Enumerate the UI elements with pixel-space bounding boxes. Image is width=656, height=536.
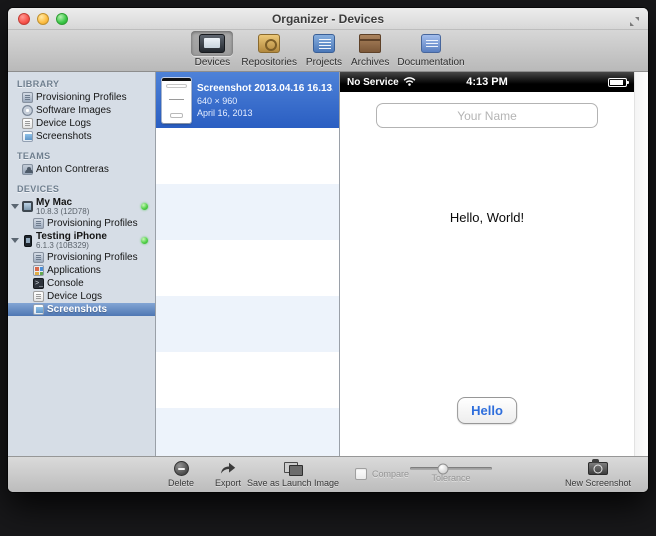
disc-icon (22, 105, 33, 116)
screenshot-preview-pane: No Service 4:13 PM Hello, World! Hell (340, 72, 648, 456)
iphone-status-bar: No Service 4:13 PM (340, 72, 634, 92)
archives-icon (359, 34, 381, 53)
sidebar-item-library-provisioning-profiles[interactable]: Provisioning Profiles (8, 91, 155, 104)
sidebar-device-my-mac[interactable]: My Mac 10.8.3 (12D78) (8, 196, 155, 217)
greeting-label: Hello, World! (340, 210, 634, 225)
iphone-icon (24, 235, 32, 247)
sidebar-device-testing-iphone[interactable]: Testing iPhone 6.1.3 (10B329) (8, 230, 155, 251)
compare-checkbox-group: Compare (355, 468, 409, 480)
carrier-label: No Service (347, 77, 399, 88)
sidebar-item-software-images[interactable]: Software Images (8, 104, 155, 117)
person-icon (22, 164, 33, 175)
device-connected-status-dot (141, 203, 148, 210)
export-arrow-icon (219, 461, 237, 477)
sidebar-item-mac-provisioning-profiles[interactable]: Provisioning Profiles (8, 217, 155, 230)
screenshot-icon (33, 304, 44, 315)
documentation-icon (421, 34, 441, 53)
provisioning-profile-icon (33, 252, 44, 263)
main-toolbar: Devices Repositories Projects Archives D… (8, 30, 648, 72)
sidebar-item-team-anton-contreras[interactable]: Anton Contreras (8, 163, 155, 176)
compare-label: Compare (372, 469, 409, 479)
organizer-window: Organizer - Devices Devices Repositories… (8, 8, 648, 492)
mac-display-icon (22, 201, 33, 212)
wifi-icon (403, 73, 416, 91)
thumb-statusbar (162, 78, 191, 81)
log-document-icon (33, 291, 44, 302)
provisioning-profile-icon (33, 218, 44, 229)
log-document-icon (22, 118, 33, 129)
camera-icon (588, 462, 608, 475)
tolerance-slider-group: Tolerance (406, 461, 496, 483)
screenshot-icon (22, 131, 33, 142)
your-name-input[interactable] (376, 103, 598, 128)
thumb-text-line (169, 99, 184, 101)
device-connected-status-dot (141, 237, 148, 244)
toolbar-tab-projects[interactable]: Projects (305, 31, 343, 68)
screenshot-list[interactable]: Screenshot 2013.04.16 16.13.... 640 × 96… (156, 72, 340, 456)
screenshot-thumbnail (162, 78, 191, 123)
sidebar-section-library: LIBRARY (8, 78, 155, 91)
applications-grid-icon (33, 265, 44, 276)
repositories-icon (258, 34, 280, 53)
sidebar-item-iphone-screenshots[interactable]: Screenshots (8, 303, 155, 316)
thumb-button (170, 113, 183, 118)
iphone-screen: Hello, World! Hello (340, 92, 634, 456)
toolbar-tab-archives[interactable]: Archives (351, 31, 389, 68)
sidebar-item-library-device-logs[interactable]: Device Logs (8, 117, 155, 130)
sidebar-item-iphone-provisioning-profiles[interactable]: Provisioning Profiles (8, 251, 155, 264)
sidebar-item-iphone-applications[interactable]: Applications (8, 264, 155, 277)
sidebar-item-iphone-console[interactable]: Console (8, 277, 155, 290)
tolerance-label: Tolerance (406, 473, 496, 483)
window-title: Organizer - Devices (8, 8, 648, 30)
save-as-launch-image-button[interactable]: Save as Launch Image (238, 460, 348, 488)
screenshot-date: April 16, 2013 (197, 108, 333, 118)
slider-thumb[interactable] (437, 463, 448, 474)
sidebar-item-iphone-device-logs[interactable]: Device Logs (8, 290, 155, 303)
delete-button[interactable]: Delete (155, 460, 207, 488)
console-terminal-icon (33, 278, 44, 289)
titlebar[interactable]: Organizer - Devices (8, 8, 648, 30)
battery-icon (608, 78, 627, 87)
disclosure-triangle-icon[interactable] (11, 238, 19, 243)
projects-icon (313, 34, 335, 53)
tolerance-slider[interactable] (410, 467, 492, 470)
sidebar: LIBRARY Provisioning Profiles Software I… (8, 72, 156, 456)
devices-icon (199, 34, 225, 53)
toolbar-tab-documentation[interactable]: Documentation (397, 31, 464, 68)
minus-circle-icon (174, 461, 189, 476)
compare-checkbox[interactable] (355, 468, 367, 480)
launch-image-icon (284, 462, 303, 476)
hello-button[interactable]: Hello (457, 397, 517, 424)
sidebar-item-library-screenshots[interactable]: Screenshots (8, 130, 155, 143)
thumb-textfield (166, 84, 187, 88)
sidebar-section-devices: DEVICES (8, 183, 155, 196)
toolbar-tab-repositories[interactable]: Repositories (241, 31, 297, 68)
vertical-scrollbar[interactable] (634, 72, 648, 456)
fullscreen-icon[interactable] (629, 14, 640, 32)
sidebar-section-teams: TEAMS (8, 150, 155, 163)
screenshot-dimensions: 640 × 960 (197, 96, 333, 106)
bottom-toolbar: Delete Export Save as Launch Image Compa… (8, 456, 648, 492)
screenshot-title: Screenshot 2013.04.16 16.13.... (197, 83, 333, 94)
new-screenshot-button[interactable]: New Screenshot (556, 460, 640, 488)
toolbar-tab-devices[interactable]: Devices (191, 31, 233, 68)
disclosure-triangle-icon[interactable] (11, 204, 19, 209)
provisioning-profile-icon (22, 92, 33, 103)
screenshot-list-item[interactable]: Screenshot 2013.04.16 16.13.... 640 × 96… (156, 72, 339, 128)
